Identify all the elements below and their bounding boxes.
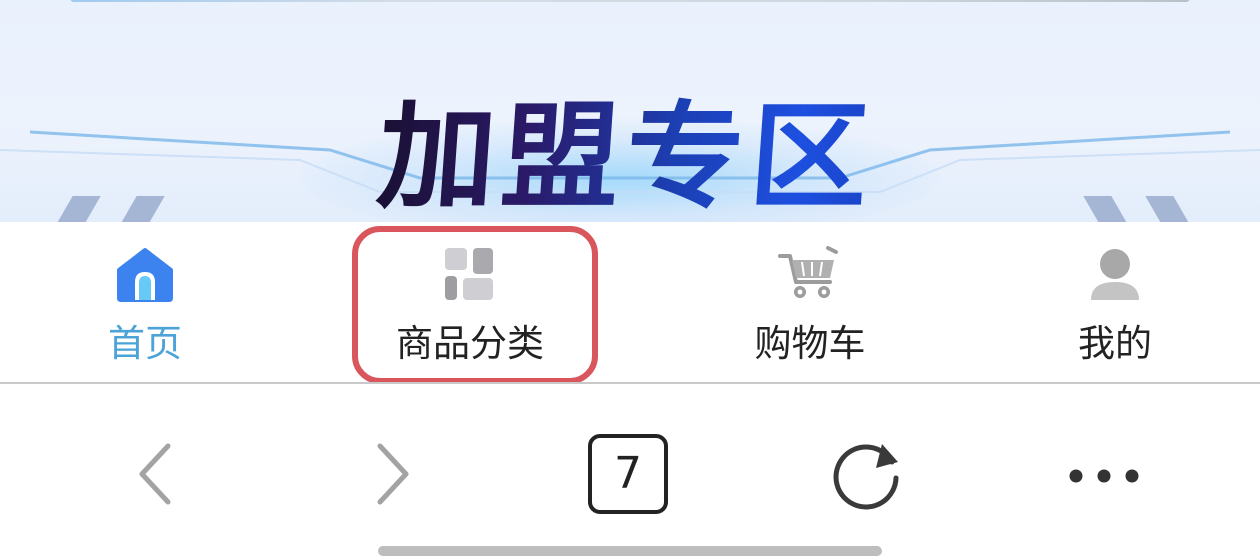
promo-banner[interactable]: 加盟专区 (0, 0, 1260, 222)
user-icon (1087, 246, 1143, 306)
back-icon (116, 443, 196, 520)
tab-category[interactable]: 商品分类 (372, 222, 568, 382)
bottom-tab-bar: 首页 商品分类 购物车 我的 (0, 222, 1260, 382)
tab-count: 7 (588, 434, 668, 514)
more-icon (1064, 469, 1144, 520)
forward-icon (352, 443, 432, 520)
reload-icon (826, 444, 906, 520)
back-button[interactable] (116, 432, 196, 516)
shopping-cart-icon (778, 246, 842, 306)
home-indicator (378, 546, 882, 556)
browser-toolbar: 7 (0, 384, 1260, 560)
tabs-button[interactable]: 7 (586, 432, 668, 516)
tab-cart[interactable]: 购物车 (720, 222, 900, 382)
banner-title: 加盟专区 (373, 89, 879, 222)
category-grid-icon (443, 246, 497, 306)
tab-cart-label: 购物车 (754, 322, 866, 365)
tab-home[interactable]: 首页 (60, 222, 230, 382)
forward-button[interactable] (352, 432, 432, 516)
reload-button[interactable] (826, 432, 906, 516)
tab-category-label: 商品分类 (396, 322, 544, 365)
tab-mine-label: 我的 (1078, 322, 1152, 365)
more-button[interactable] (1064, 432, 1144, 516)
tab-mine[interactable]: 我的 (1040, 222, 1190, 382)
home-icon (115, 246, 175, 306)
tab-home-label: 首页 (108, 322, 182, 365)
